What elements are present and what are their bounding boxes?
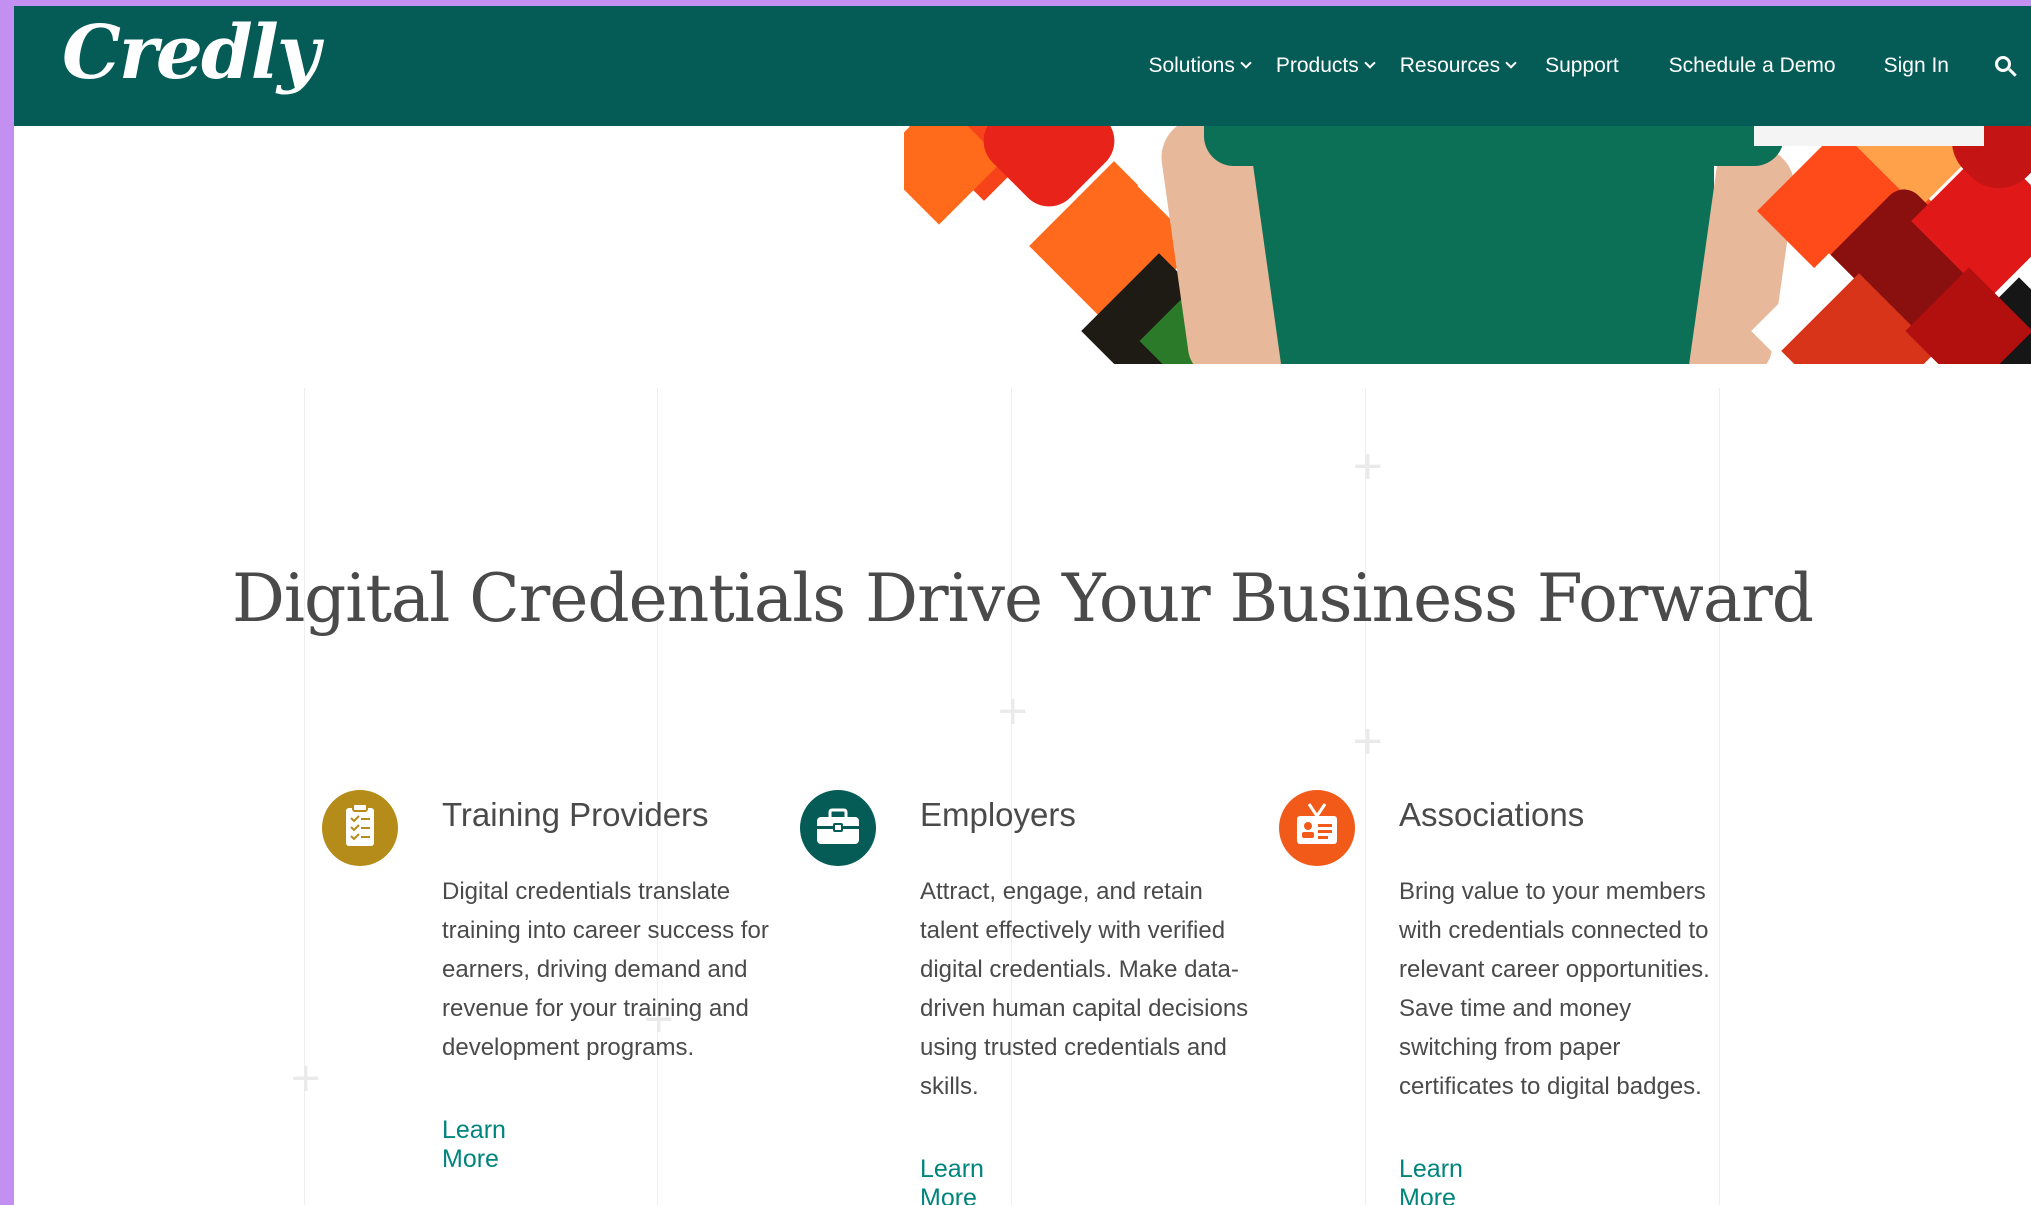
plus-decoration-icon: + xyxy=(289,1055,323,1101)
chevron-down-icon xyxy=(1364,57,1376,69)
nav-resources-label: Resources xyxy=(1399,54,1501,77)
nav-resources[interactable]: Resources xyxy=(1399,54,1517,78)
learn-more-link[interactable]: Learn More xyxy=(920,1155,984,1205)
search-icon[interactable] xyxy=(1991,50,2023,82)
nav-products-label: Products xyxy=(1275,54,1359,77)
column-body: Bring value to your members with credent… xyxy=(1399,878,1710,1100)
page-title: Digital Credentials Drive Your Business … xyxy=(231,560,1814,637)
nav-support-label: Support xyxy=(1545,54,1619,77)
site-header: Credly Solutions Products Resources Supp… xyxy=(14,6,2031,126)
nav-sign-in[interactable]: Sign In xyxy=(1884,54,1949,78)
hero-white-bar xyxy=(1754,126,1984,146)
nav-solutions-label: Solutions xyxy=(1148,54,1235,77)
learn-more-link[interactable]: Learn More xyxy=(1399,1155,1463,1205)
nav-products[interactable]: Products xyxy=(1275,54,1376,78)
clipboard-icon xyxy=(322,790,398,866)
learn-more-link[interactable]: Learn More xyxy=(442,1116,506,1174)
hero-image xyxy=(904,126,2031,364)
chevron-down-icon xyxy=(1505,57,1517,69)
column-body: Attract, engage, and retain talent effec… xyxy=(920,878,1249,1100)
nav-solutions[interactable]: Solutions xyxy=(1148,54,1252,78)
nav-support[interactable]: Support xyxy=(1545,54,1619,78)
credly-logo[interactable]: Credly xyxy=(62,16,320,90)
nav-schedule-demo[interactable]: Schedule a Demo xyxy=(1669,54,1836,78)
column-heading: Employers xyxy=(920,796,1076,833)
column-body: Digital credentials translate training i… xyxy=(442,878,769,1061)
person-shirt xyxy=(1234,126,1714,364)
id-badge-icon xyxy=(1279,790,1355,866)
nav-sign-in-label: Sign In xyxy=(1883,54,1949,77)
plus-decoration-icon: + xyxy=(996,688,1030,734)
column-heading: Training Providers xyxy=(442,796,709,833)
plus-decoration-icon: + xyxy=(1351,443,1385,489)
briefcase-icon xyxy=(800,790,876,866)
chevron-down-icon xyxy=(1240,57,1252,69)
main-nav: Solutions Products Resources Support Sch… xyxy=(1148,6,2031,126)
grid-line xyxy=(1365,388,1366,1205)
nav-schedule-demo-label: Schedule a Demo xyxy=(1668,54,1836,77)
column-heading: Associations xyxy=(1399,796,1585,833)
plus-decoration-icon: + xyxy=(1351,718,1385,764)
